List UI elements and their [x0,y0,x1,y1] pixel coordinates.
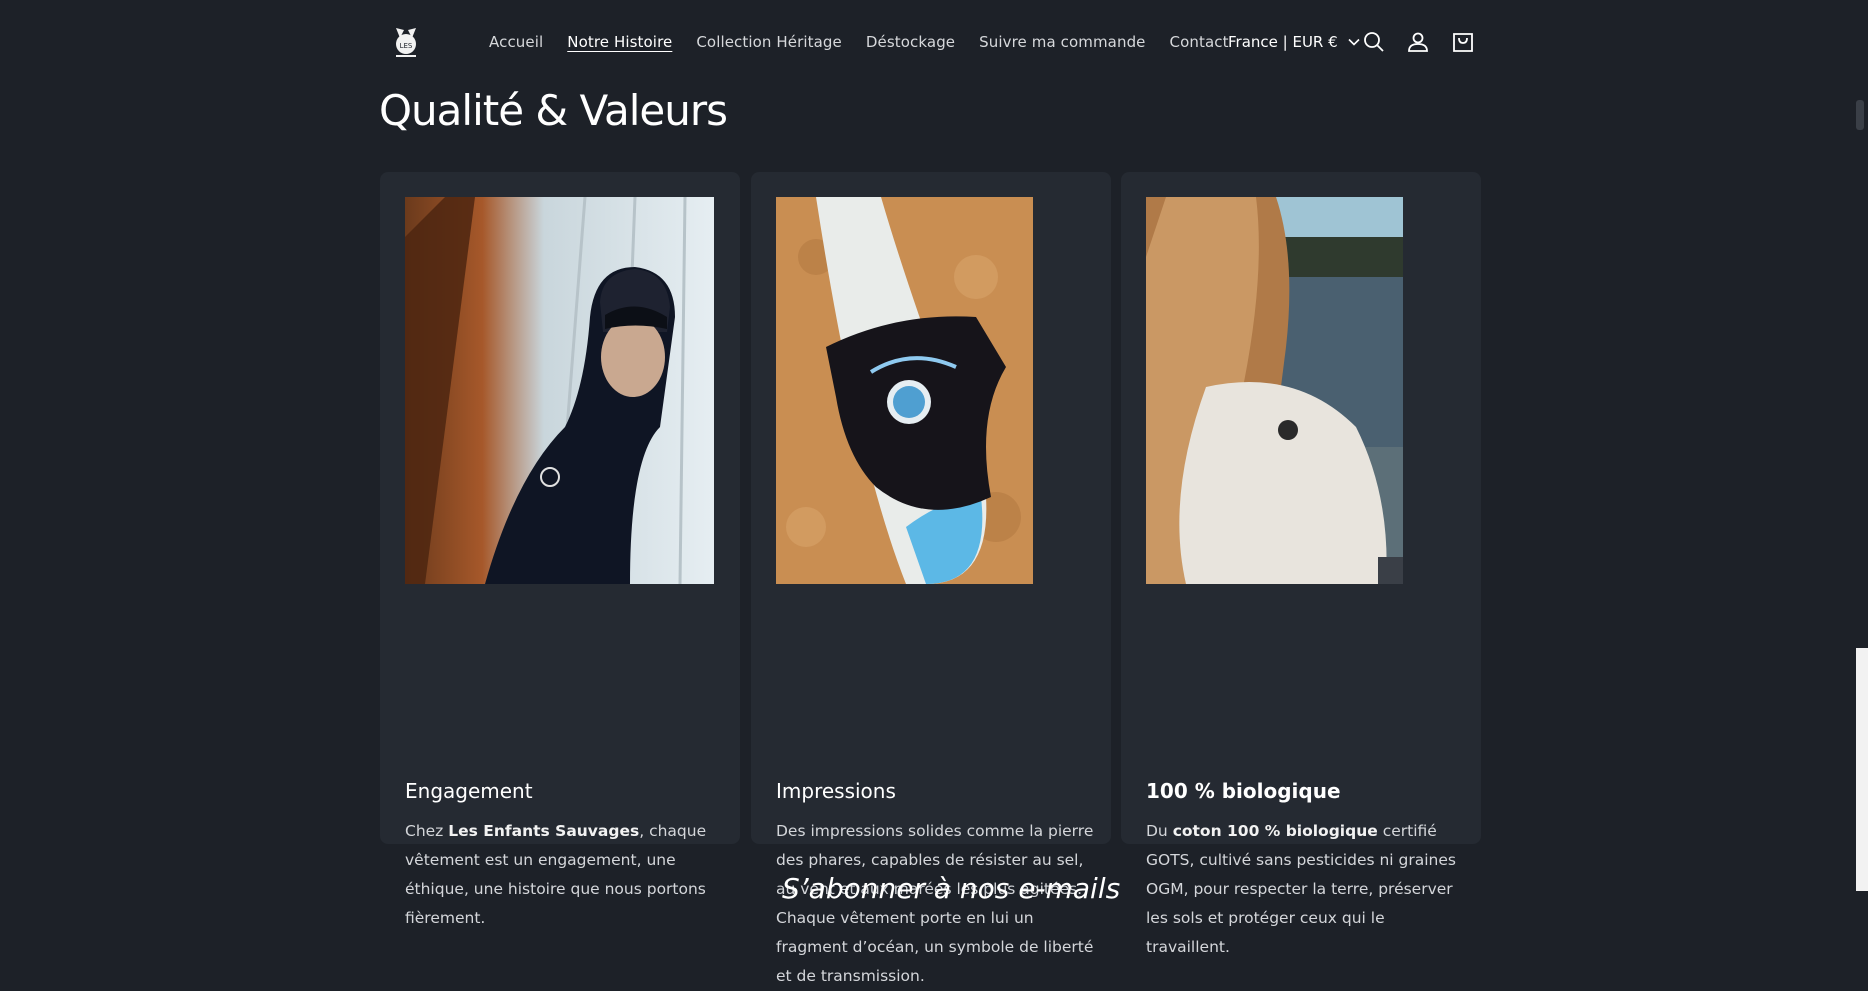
cart-icon[interactable] [1451,30,1475,54]
locale-label: France | EUR € [1228,33,1338,51]
nav-contact[interactable]: Contact [1170,33,1229,51]
account-icon[interactable] [1406,30,1430,54]
nav-notre-histoire[interactable]: Notre Histoire [567,33,672,51]
newsletter-heading: S’abonner à nos e-mails [782,872,1121,905]
chevron-down-icon [1348,38,1360,46]
nav-collection-heritage[interactable]: Collection Héritage [696,33,842,51]
nav-accueil[interactable]: Accueil [489,33,543,51]
page-title: Qualité & Valeurs [379,86,728,135]
card-text: Chez Les Enfants Sauvages, chaque vêteme… [405,822,707,927]
scrollbar-thumb[interactable] [1856,100,1864,130]
card-text: Du coton 100 % biologique certifié GOTS,… [1146,822,1456,956]
card-image-biologique [1146,197,1403,588]
side-panel-edge [1856,648,1868,891]
value-card-engagement: Engagement Chez Les Enfants Sauvages, ch… [380,172,740,927]
card-image-impressions [776,197,1033,588]
card-title: 100 % biologique [1146,779,1341,803]
site-header: LES Accueil Notre Histoire Collection Hé… [0,0,1868,86]
card-title: Engagement [405,779,533,803]
value-card-impressions: Impressions Des impressions solides comm… [751,172,1111,985]
svg-text:LES: LES [400,42,413,50]
card-title: Impressions [776,779,896,803]
logo-mark-icon: LES [396,28,416,57]
value-card-biologique: 100 % biologique Du coton 100 % biologiq… [1121,172,1481,956]
nav-destockage[interactable]: Déstockage [866,33,955,51]
search-icon[interactable] [1362,30,1386,54]
card-image-engagement [405,197,714,588]
locale-selector[interactable]: France | EUR € [1228,33,1360,51]
main-nav: Accueil Notre Histoire Collection Hérita… [489,33,1253,51]
brand-logo[interactable]: LES [390,22,422,58]
nav-suivre-commande[interactable]: Suivre ma commande [979,33,1145,51]
